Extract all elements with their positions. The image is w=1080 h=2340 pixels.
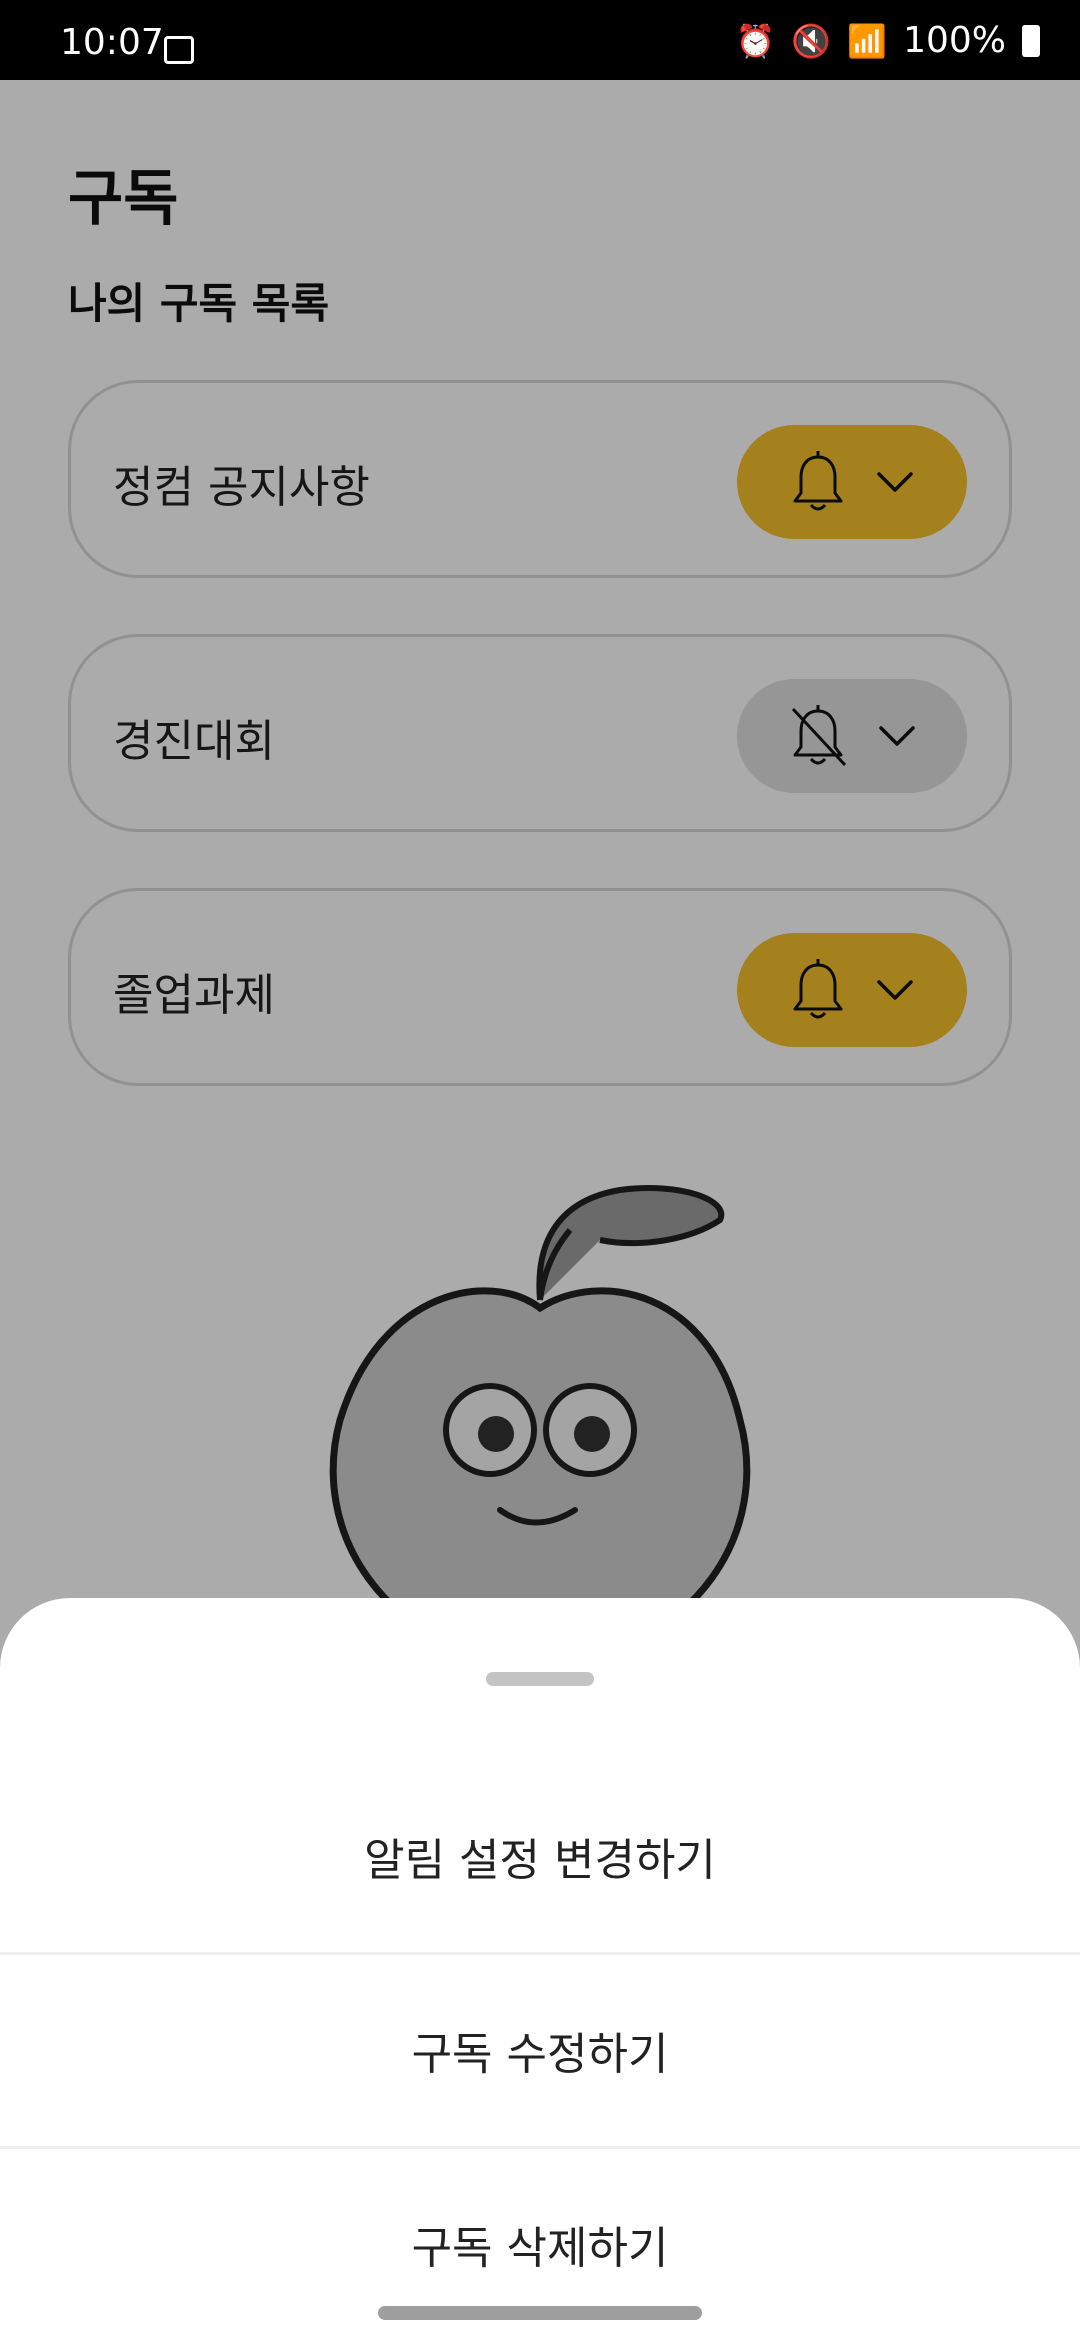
edit-subscription-button[interactable]: 구독 수정하기 (0, 1954, 1080, 2146)
status-time: 10:07 (60, 22, 164, 63)
sheet-drag-handle[interactable] (486, 1672, 594, 1686)
wifi-icon: 📶 (847, 21, 888, 60)
battery-icon (1022, 24, 1040, 57)
alarm-icon: ⏰ (735, 21, 776, 60)
status-icons: ⏰ 🔇 📶 100% (736, 20, 1040, 61)
battery-text: 100% (903, 20, 1006, 61)
change-notification-button[interactable]: 알림 설정 변경하기 (0, 1760, 1080, 1952)
gallery-icon (164, 36, 194, 64)
bottom-sheet: 알림 설정 변경하기 구독 수정하기 구독 삭제하기 (0, 1598, 1080, 2340)
mute-icon: 🔇 (791, 21, 832, 60)
gesture-nav-bar[interactable] (378, 2306, 702, 2320)
status-bar: 10:07 ⏰ 🔇 📶 100% (0, 0, 1080, 80)
